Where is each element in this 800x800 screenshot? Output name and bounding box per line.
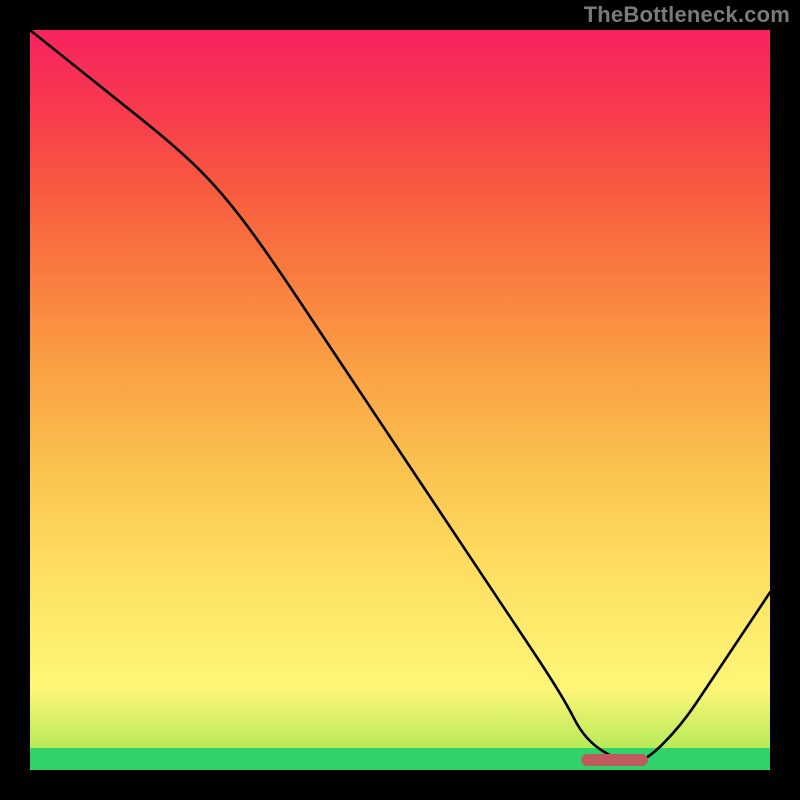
watermark-label: TheBottleneck.com	[584, 2, 790, 28]
plot-area	[30, 30, 770, 770]
optimal-marker	[581, 754, 648, 766]
curve-path	[30, 30, 770, 763]
chart-frame: TheBottleneck.com	[0, 0, 800, 800]
bottleneck-curve	[30, 30, 770, 770]
